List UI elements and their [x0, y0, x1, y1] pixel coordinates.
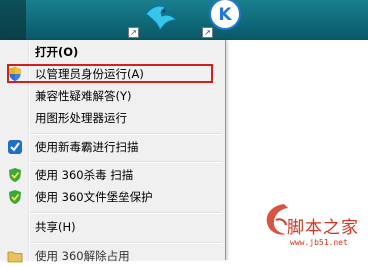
menu-item-label: 打开(O) [35, 45, 79, 59]
menu-item-label: 兼容性疑难解答(Y) [35, 89, 132, 103]
folder-icon [7, 251, 23, 263]
menu-item-360-unlock[interactable]: 使用 360解除占用 [0, 245, 225, 267]
menu-item-label: 使用 360解除占用 [35, 249, 130, 263]
menu-item-duba-scan[interactable]: 使用新毒霸进行扫描 [0, 136, 225, 158]
menu-separator [30, 242, 222, 244]
watermark-url: www.jb51.net [290, 238, 348, 247]
menu-item-label: 使用 360杀毒 扫描 [35, 168, 134, 182]
menu-item-360-scan[interactable]: 使用 360杀毒 扫描 [0, 164, 225, 186]
duba-scan-icon [8, 140, 22, 154]
menu-item-compat-troubleshoot[interactable]: 兼容性疑难解答(Y) [0, 85, 225, 107]
menu-item-label: 使用 360文件堡垒保护 [35, 190, 153, 204]
shortcut-arrow-icon: ↗ [202, 27, 213, 38]
desktop-edge [0, 0, 26, 40]
highlight-box [7, 64, 213, 83]
watermark-text: 脚本之家 [287, 218, 359, 238]
menu-separator [30, 133, 222, 135]
bird-app-icon[interactable] [138, 0, 182, 34]
menu-item-share[interactable]: 共享(H) [0, 216, 225, 238]
menu-separator [30, 212, 222, 214]
360-shield-icon [9, 190, 21, 204]
menu-item-run-with-gpu[interactable]: 用图形处理器运行 [0, 107, 225, 129]
menu-item-label: 使用新毒霸进行扫描 [35, 140, 139, 154]
svg-text:K: K [218, 5, 232, 25]
menu-item-label: 用图形处理器运行 [35, 111, 127, 125]
menu-separator [30, 161, 222, 163]
360-shield-icon [9, 168, 21, 182]
menu-item-label: 共享(H) [35, 220, 76, 234]
menu-item-360-file-protect[interactable]: 使用 360文件堡垒保护 [0, 186, 225, 208]
shortcut-arrow-icon: ↗ [128, 27, 139, 38]
desktop-strip: ↗ K ↗ [0, 0, 368, 40]
menu-item-open[interactable]: 打开(O) [0, 41, 225, 63]
